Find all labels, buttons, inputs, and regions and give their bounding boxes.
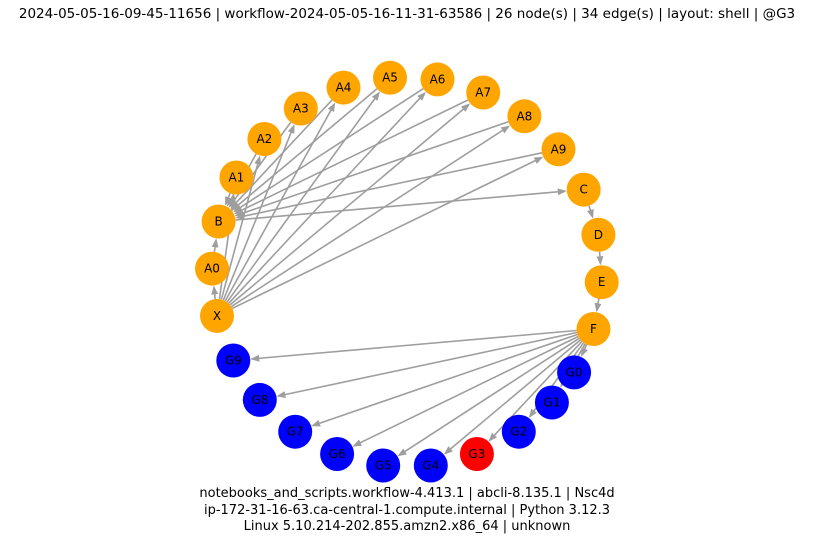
- node-label: G7: [287, 425, 304, 439]
- node-B: B: [202, 205, 236, 239]
- node-E: E: [585, 265, 619, 299]
- node-label: F: [590, 322, 597, 336]
- node-label: G6: [329, 447, 346, 461]
- node-C: C: [567, 173, 601, 207]
- node-G6: G6: [320, 437, 354, 471]
- node-label: D: [594, 228, 603, 242]
- node-A9: A9: [542, 132, 576, 166]
- node-label: G4: [422, 459, 439, 473]
- node-G7: G7: [278, 415, 312, 449]
- edge-B-C: [236, 191, 565, 220]
- node-label: A8: [516, 109, 532, 123]
- edge-D-E: [600, 252, 601, 263]
- node-label: A0: [204, 262, 220, 276]
- node-label: G8: [251, 393, 268, 407]
- edge-C-D: [589, 206, 593, 217]
- edge-F-G9: [252, 331, 576, 359]
- node-label: G5: [375, 459, 392, 473]
- node-G9: G9: [216, 344, 250, 378]
- node-label: A2: [256, 132, 272, 146]
- node-G2: G2: [502, 415, 536, 449]
- node-label: A9: [551, 142, 567, 156]
- node-label: A3: [293, 102, 309, 116]
- node-label: B: [214, 215, 222, 229]
- workflow-graph: G4 G5 G6 G7 G8 G9 X A0 B A1 A2 A3 A4 A5 A6 A7 A8 A9 C D E F G0…: [0, 0, 814, 539]
- node-A4: A4: [327, 71, 361, 105]
- node-A6: A6: [421, 62, 455, 96]
- node-label: G9: [225, 354, 242, 368]
- node-label: G2: [510, 425, 527, 439]
- edge-A0-B: [214, 240, 216, 252]
- node-G8: G8: [243, 383, 277, 417]
- node-A7: A7: [466, 76, 500, 110]
- footer-line-3: Linux 5.10.214-202.855.amzn2.x86_64 | un…: [0, 519, 814, 535]
- node-G1: G1: [535, 386, 569, 420]
- edge-X-A9: [232, 158, 541, 309]
- node-label: G1: [543, 396, 560, 410]
- node-label: A7: [475, 86, 491, 100]
- node-D: D: [581, 218, 615, 252]
- node-label: G3: [468, 447, 485, 461]
- node-label: A1: [228, 171, 244, 185]
- node-F: F: [577, 312, 611, 346]
- node-X: X: [200, 299, 234, 333]
- node-label: A6: [430, 72, 446, 86]
- node-A5: A5: [373, 61, 407, 95]
- footer-line-1: notebooks_and_scripts.workflow-4.413.1 |…: [0, 486, 814, 502]
- diagram-footer: notebooks_and_scripts.workflow-4.413.1 |…: [0, 486, 814, 535]
- node-label: A5: [382, 71, 398, 85]
- edge-E-F: [597, 299, 599, 310]
- node-G0: G0: [557, 355, 591, 389]
- node-label: X: [213, 309, 221, 323]
- node-A2: A2: [247, 122, 281, 156]
- node-label: E: [598, 275, 606, 289]
- node-label: C: [580, 183, 588, 197]
- node-A8: A8: [507, 99, 541, 133]
- node-label: A4: [336, 81, 352, 95]
- footer-line-2: ip-172-31-16-63.ca-central-1.compute.int…: [0, 503, 814, 519]
- node-G4: G4: [414, 449, 448, 483]
- node-A3: A3: [284, 92, 318, 126]
- node-G5: G5: [366, 449, 400, 483]
- node-A0: A0: [195, 252, 229, 286]
- edge-X-A0: [214, 288, 215, 300]
- node-G3: G3: [460, 437, 494, 471]
- edge-A7-B: [236, 100, 468, 213]
- node-label: G0: [566, 365, 583, 379]
- node-A1: A1: [219, 161, 253, 195]
